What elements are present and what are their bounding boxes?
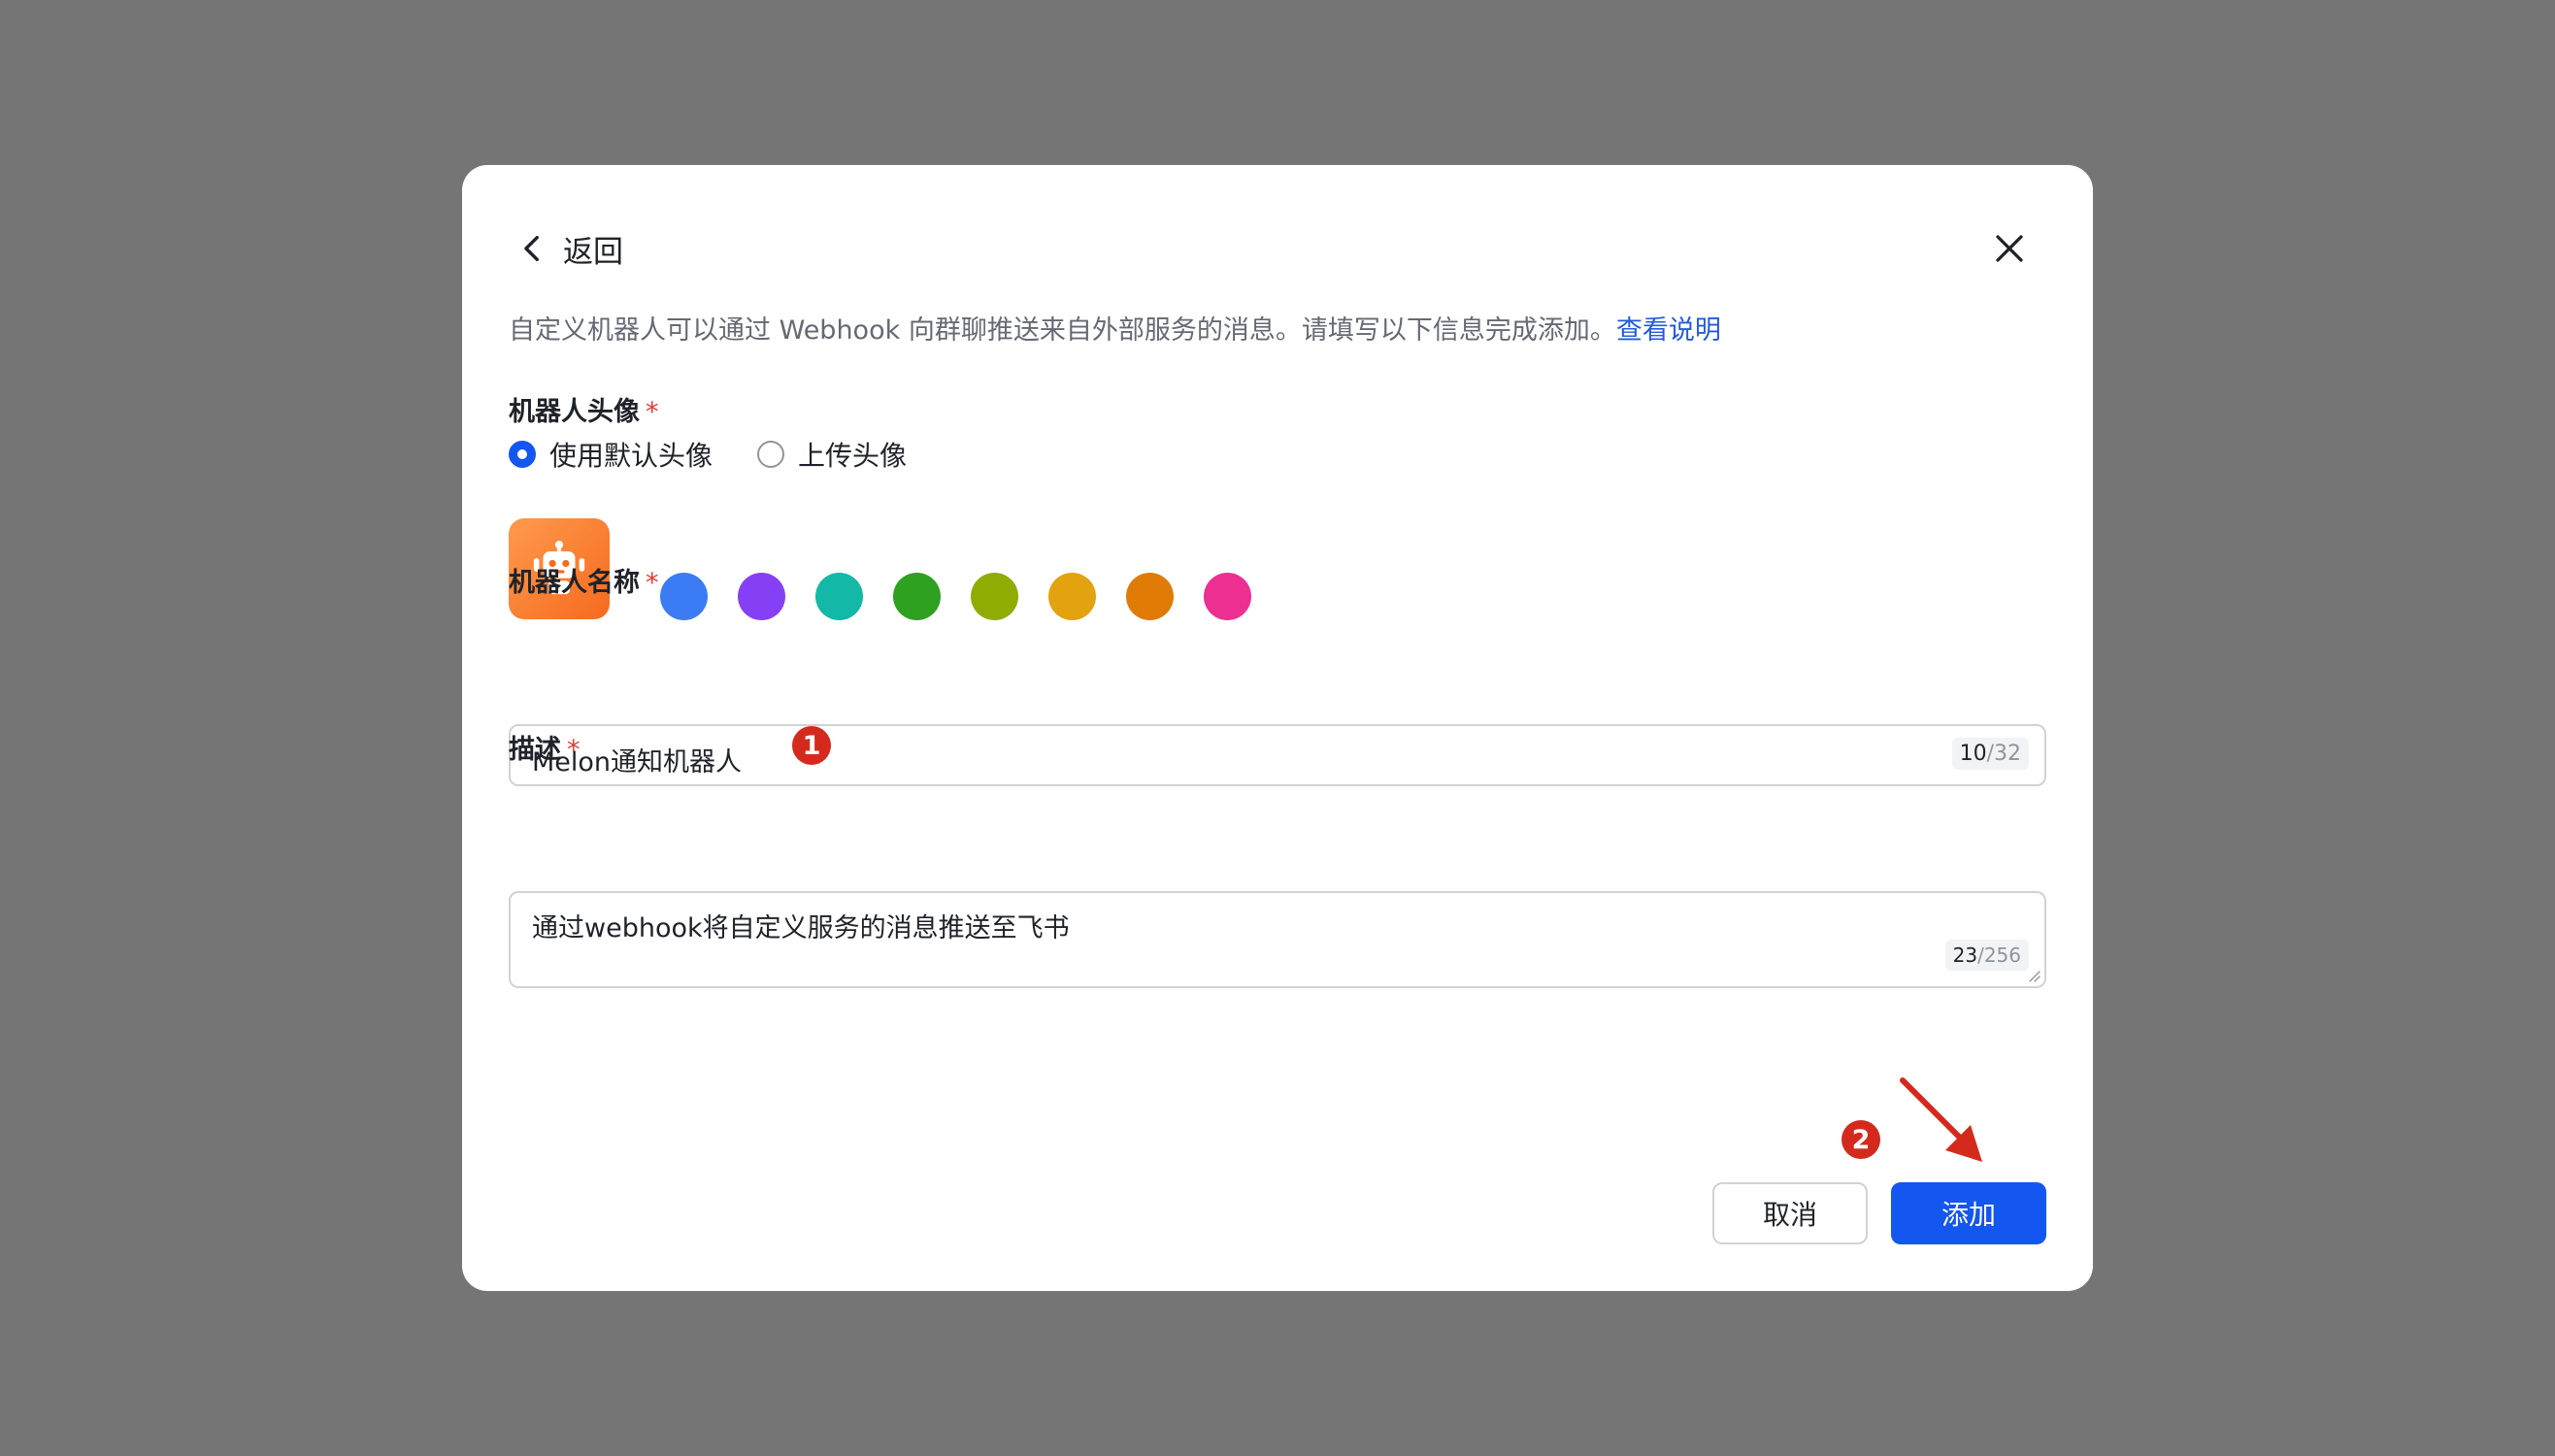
radio-unchecked-icon bbox=[757, 441, 785, 468]
name-count-max: /32 bbox=[1986, 742, 2021, 766]
resize-handle-icon[interactable] bbox=[2027, 969, 2041, 982]
help-link[interactable]: 查看说明 bbox=[1616, 315, 1721, 346]
cancel-button[interactable]: 取消 bbox=[1712, 1182, 1868, 1244]
required-mark: * bbox=[646, 568, 659, 598]
avatar-color-swatches bbox=[660, 573, 1251, 620]
radio-label: 上传头像 bbox=[798, 440, 908, 472]
color-swatch-green[interactable] bbox=[893, 573, 941, 620]
avatar-radio-group: 使用默认头像 上传头像 bbox=[509, 435, 951, 474]
required-mark: * bbox=[567, 735, 581, 765]
radio-label: 使用默认头像 bbox=[549, 440, 713, 472]
name-label: 机器人名称 * bbox=[509, 561, 659, 599]
required-mark: * bbox=[646, 397, 659, 427]
step-marker-2: 2 bbox=[1842, 1120, 1880, 1159]
description-count-max: /256 bbox=[1977, 943, 2021, 967]
radio-checked-icon bbox=[509, 441, 536, 468]
avatar-label: 机器人头像 * bbox=[509, 390, 659, 428]
close-button[interactable] bbox=[1980, 219, 2039, 278]
name-label-text: 机器人名称 bbox=[509, 568, 640, 598]
step-marker-1: 1 bbox=[792, 726, 831, 765]
robot-description-value: 通过webhook将自定义服务的消息推送至飞书 bbox=[532, 913, 1070, 943]
radio-default-avatar[interactable]: 使用默认头像 bbox=[509, 435, 713, 474]
description-text: 自定义机器人可以通过 Webhook 向群聊推送来自外部服务的消息。请填写以下信… bbox=[509, 315, 1616, 346]
color-swatch-olive[interactable] bbox=[971, 573, 1018, 620]
description-label: 描述 * bbox=[509, 728, 581, 766]
color-swatch-yellow[interactable] bbox=[1048, 573, 1096, 620]
robot-name-input[interactable]: Melon通知机器人 10/32 bbox=[509, 724, 2046, 786]
name-count-current: 10 bbox=[1959, 742, 1987, 766]
robot-description-textarea[interactable]: 通过webhook将自定义服务的消息推送至飞书 23/256 bbox=[509, 891, 2046, 988]
description-label-text: 描述 bbox=[509, 735, 561, 765]
avatar-label-text: 机器人头像 bbox=[509, 397, 640, 427]
color-swatch-teal[interactable] bbox=[815, 573, 863, 620]
color-swatch-pink[interactable] bbox=[1204, 573, 1251, 620]
radio-upload-avatar[interactable]: 上传头像 bbox=[757, 435, 907, 474]
back-button[interactable]: 返回 bbox=[516, 219, 623, 278]
name-char-counter: 10/32 bbox=[1951, 738, 2029, 770]
add-robot-dialog: 返回 自定义机器人可以通过 Webhook 向群聊推送来自外部服务的消息。请填写… bbox=[462, 165, 2093, 1291]
add-button[interactable]: 添加 bbox=[1891, 1182, 2046, 1244]
annotation-arrow-icon bbox=[1900, 1077, 1982, 1162]
description-count-current: 23 bbox=[1952, 943, 1978, 967]
color-swatch-purple[interactable] bbox=[738, 573, 785, 620]
color-swatch-orange[interactable] bbox=[1126, 573, 1174, 620]
dialog-description: 自定义机器人可以通过 Webhook 向群聊推送来自外部服务的消息。请填写以下信… bbox=[509, 309, 1721, 347]
color-swatch-blue[interactable] bbox=[660, 573, 708, 620]
back-label: 返回 bbox=[563, 234, 623, 270]
description-char-counter: 23/256 bbox=[1944, 940, 2029, 971]
chevron-left-icon bbox=[524, 235, 539, 262]
close-icon bbox=[1996, 235, 2023, 262]
